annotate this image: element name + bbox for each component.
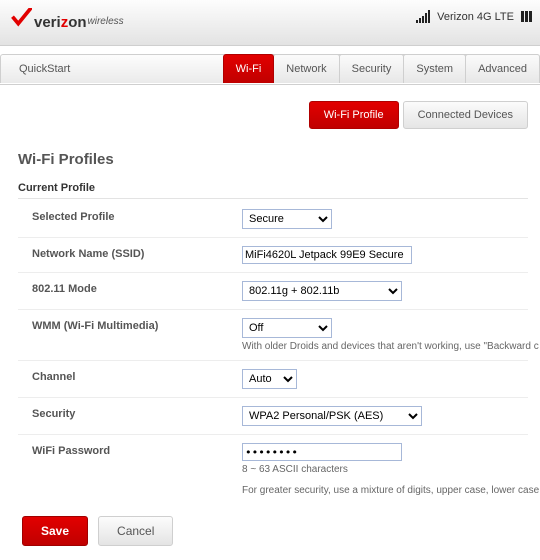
subtab-wifi-profile[interactable]: Wi-Fi Profile: [309, 101, 399, 129]
label-channel: Channel: [32, 369, 242, 383]
section-current-profile: Current Profile: [18, 182, 528, 199]
tab-wifi[interactable]: Wi-Fi: [223, 54, 275, 83]
content-area: Wi-Fi Profile Connected Devices Wi-Fi Pr…: [0, 85, 540, 554]
input-ssid[interactable]: [242, 246, 412, 264]
input-password[interactable]: [242, 443, 402, 461]
subtab-connected-devices[interactable]: Connected Devices: [403, 101, 528, 129]
select-wmm[interactable]: Off: [242, 318, 332, 338]
hint-wmm: With older Droids and devices that aren'…: [242, 341, 539, 352]
brand-logo: verizon wireless: [10, 8, 124, 31]
save-button[interactable]: Save: [22, 516, 88, 546]
tab-advanced[interactable]: Advanced: [465, 54, 540, 83]
label-security: Security: [32, 406, 242, 420]
tab-network[interactable]: Network: [273, 54, 339, 83]
label-selected-profile: Selected Profile: [32, 209, 242, 223]
tab-security[interactable]: Security: [339, 54, 405, 83]
main-tabstrip: QuickStart Wi-Fi Network Security System…: [0, 46, 540, 84]
select-security[interactable]: WPA2 Personal/PSK (AES): [242, 406, 422, 426]
verizon-check-icon: [10, 8, 32, 30]
select-selected-profile[interactable]: Secure: [242, 209, 332, 229]
page-title: Wi-Fi Profiles: [18, 151, 528, 168]
header-bar: verizon wireless Verizon 4G LTE: [0, 0, 540, 46]
status-area: Verizon 4G LTE: [416, 10, 532, 23]
cancel-button[interactable]: Cancel: [98, 516, 173, 546]
label-mode: 802.11 Mode: [32, 281, 242, 295]
battery-bars-icon: [521, 11, 532, 22]
hint-password-tip: For greater security, use a mixture of d…: [242, 485, 539, 496]
brand-text: verizon: [34, 14, 87, 31]
brand-subtext: wireless: [88, 16, 124, 27]
label-password: WiFi Password: [32, 443, 242, 457]
label-ssid: Network Name (SSID): [32, 246, 242, 260]
label-wmm: WMM (Wi-Fi Multimedia): [32, 318, 242, 332]
hint-password-length: 8 ~ 63 ASCII characters: [242, 464, 539, 475]
select-mode[interactable]: 802.11g + 802.11b: [242, 281, 402, 301]
select-channel[interactable]: Auto: [242, 369, 297, 389]
tab-system[interactable]: System: [403, 54, 466, 83]
network-status-text: Verizon 4G LTE: [437, 11, 514, 23]
signal-bars-icon: [416, 10, 430, 23]
